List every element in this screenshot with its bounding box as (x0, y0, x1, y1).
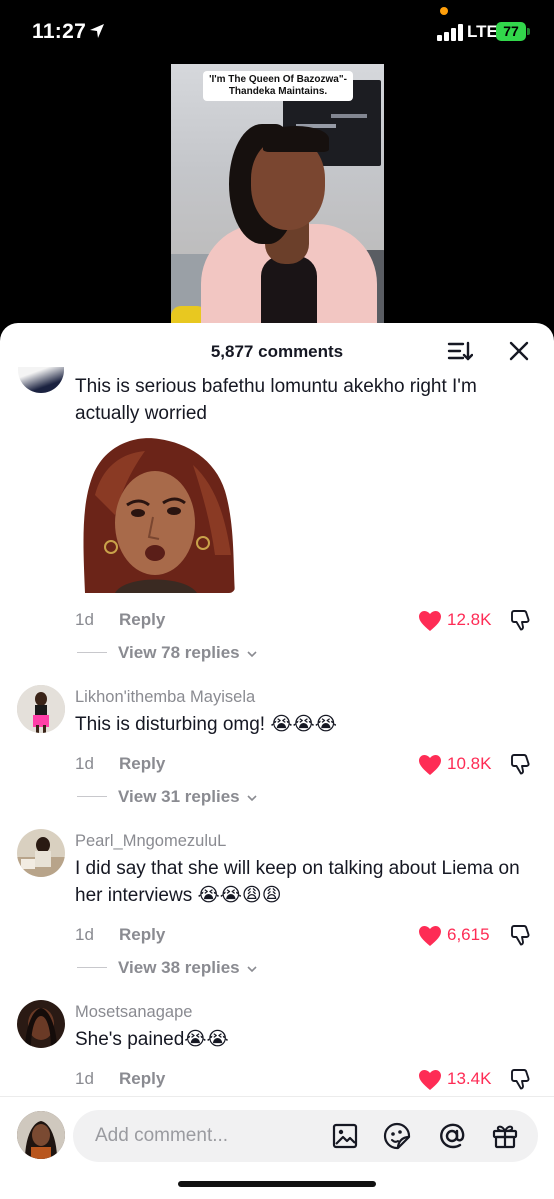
privacy-indicator-icon (440, 7, 448, 15)
comment-username[interactable]: Pearl_MngomezuluL (75, 832, 226, 851)
avatar-image (17, 1111, 65, 1159)
dislike-icon[interactable] (509, 608, 533, 632)
view-replies-label: View 31 replies (118, 787, 240, 806)
close-icon[interactable] (508, 340, 530, 362)
like-count: 12.8K (447, 610, 492, 629)
reply-button[interactable]: Reply (119, 925, 165, 945)
dislike-icon[interactable] (509, 752, 533, 776)
avatar[interactable] (17, 829, 65, 877)
battery-tip (527, 28, 530, 35)
view-replies-button[interactable]: View 78 replies (118, 643, 258, 663)
dislike-icon[interactable] (509, 923, 533, 947)
heart-icon[interactable] (418, 1069, 442, 1091)
divider (77, 967, 107, 968)
comment-text: This is disturbing omg! 😭😭😭 (75, 714, 337, 735)
dislike-icon[interactable] (509, 1067, 533, 1091)
comment-list[interactable]: This is serious bafethu lomuntu akekho r… (0, 367, 554, 1099)
view-replies-label: View 78 replies (118, 643, 240, 662)
comment-age: 1d (75, 610, 94, 629)
comment-input[interactable]: Add comment... (73, 1110, 538, 1162)
chevron-down-icon (247, 794, 257, 801)
avatar[interactable] (17, 1000, 65, 1048)
heart-icon[interactable] (418, 925, 442, 947)
gif-image (83, 438, 235, 593)
comment-age: 1d (75, 1069, 94, 1088)
network-label: LTE (467, 22, 498, 41)
like-count: 6,615 (447, 925, 490, 944)
comment-text: She's pained😭😭 (75, 1029, 229, 1050)
chevron-down-icon (247, 965, 257, 972)
avatar[interactable] (18, 367, 64, 393)
gift-icon[interactable] (491, 1122, 519, 1150)
like-count: 10.8K (447, 754, 492, 773)
reply-button[interactable]: Reply (119, 754, 165, 774)
avatar[interactable] (17, 1111, 65, 1159)
image-icon[interactable] (331, 1122, 359, 1150)
sticker-icon[interactable] (383, 1122, 411, 1150)
status-bar: 11:27 LTE 77 (0, 0, 554, 64)
avatar-image (17, 1000, 65, 1048)
comment-age: 1d (75, 925, 94, 944)
battery-level: 77 (503, 23, 519, 39)
battery-icon: 77 (496, 22, 526, 41)
view-replies-button[interactable]: View 31 replies (118, 787, 258, 807)
divider (77, 796, 107, 797)
video-caption: 'I'm The Queen Of Bazozwa"- Thandeka Mai… (203, 71, 353, 101)
video-player[interactable]: 'I'm The Queen Of Bazozwa"- Thandeka Mai… (171, 64, 384, 330)
heart-icon[interactable] (418, 610, 442, 632)
comment-gif[interactable] (75, 435, 235, 593)
view-replies-label: View 38 replies (118, 958, 240, 977)
reply-button[interactable]: Reply (119, 1069, 165, 1089)
avatar-image (17, 685, 65, 733)
comments-sheet: 5,877 comments This is serious bafethu l… (0, 323, 554, 1199)
home-indicator[interactable] (178, 1181, 376, 1187)
chevron-down-icon (247, 650, 257, 657)
status-time: 11:27 (32, 20, 87, 43)
video-person-hair-top (263, 126, 329, 152)
divider (77, 652, 107, 653)
avatar[interactable] (17, 685, 65, 733)
reply-button[interactable]: Reply (119, 610, 165, 630)
comment-username[interactable]: Mosetsanagape (75, 1003, 192, 1022)
signal-icon (437, 24, 463, 41)
avatar-image (17, 829, 65, 877)
location-arrow-icon (90, 24, 104, 38)
comment-composer: Add comment... (0, 1096, 554, 1199)
sort-icon[interactable] (447, 339, 473, 363)
heart-icon[interactable] (418, 754, 442, 776)
at-icon[interactable] (438, 1122, 466, 1150)
video-bg-light (331, 114, 367, 118)
comment-input-placeholder: Add comment... (95, 1125, 229, 1146)
comment-text: This is serious bafethu lomuntu akekho r… (75, 376, 477, 424)
view-replies-button[interactable]: View 38 replies (118, 958, 258, 978)
video-person-top (261, 256, 317, 330)
comment-text: I did say that she will keep on talking … (75, 858, 520, 906)
comment-age: 1d (75, 754, 94, 773)
like-count: 13.4K (447, 1069, 492, 1088)
comment-username[interactable]: Likhon'ithemba Mayisela (75, 688, 255, 707)
